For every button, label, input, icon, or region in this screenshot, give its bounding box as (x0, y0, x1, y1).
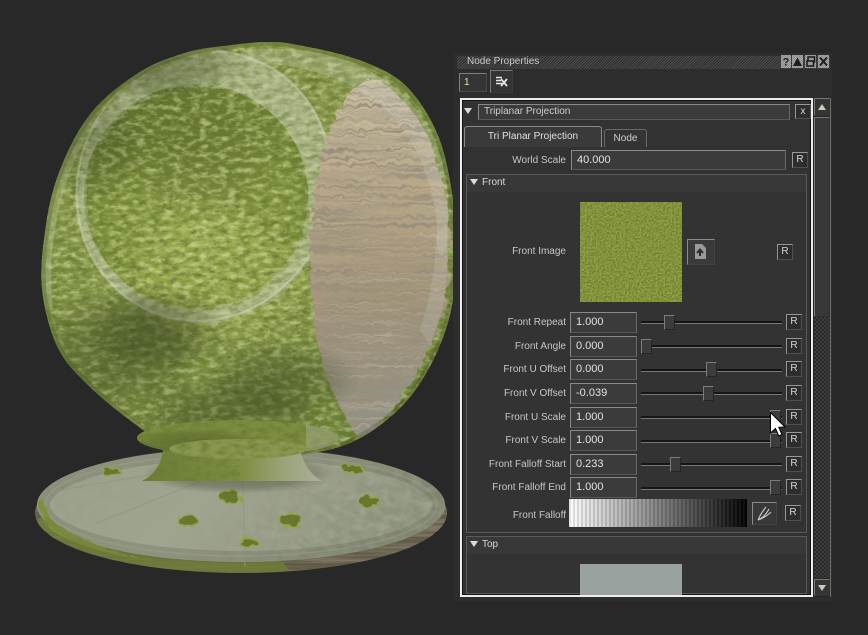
svg-text:?: ? (783, 57, 790, 69)
